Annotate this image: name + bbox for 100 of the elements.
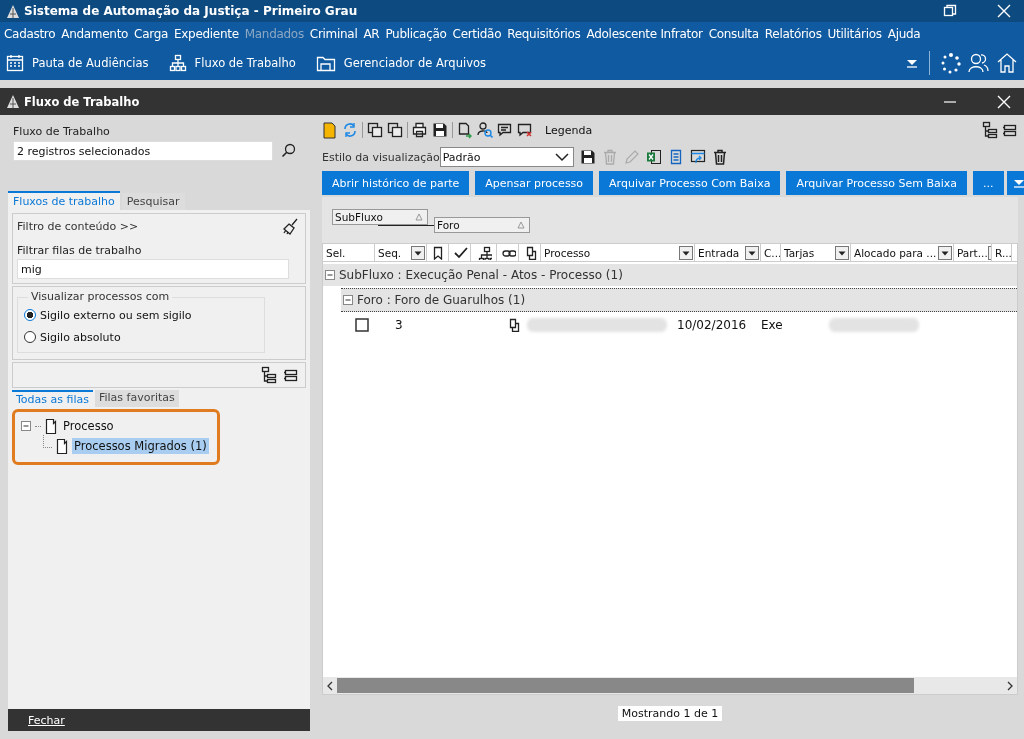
horizontal-scrollbar[interactable]: [323, 677, 1017, 694]
list-view-icon[interactable]: [1002, 122, 1018, 138]
filter-toggle[interactable]: Filtro de conteúdo >>: [17, 219, 139, 233]
tree-item[interactable]: Processos Migrados (1): [72, 438, 209, 454]
column-header[interactable]: Sel.: [323, 244, 375, 261]
tab[interactable]: Fluxos de trabalho: [8, 191, 120, 210]
spinner-icon[interactable]: [940, 52, 962, 74]
column-header[interactable]: Part...: [954, 244, 992, 261]
tab[interactable]: Pesquisar: [121, 193, 185, 210]
caret-down-icon: [1012, 177, 1024, 189]
comment-delete-icon[interactable]: [517, 121, 533, 139]
collapse-icon[interactable]: [325, 270, 335, 280]
document-icon: [56, 437, 68, 455]
folder-icon[interactable]: [322, 121, 338, 139]
search-icon[interactable]: [281, 143, 297, 159]
action-button[interactable]: Arquivar Processo Com Baixa: [599, 171, 781, 195]
window-check-icon[interactable]: [367, 121, 383, 139]
more-button[interactable]: [1006, 171, 1024, 195]
field-label: Estilo da visualização: [322, 150, 440, 164]
column-header[interactable]: Alocado para ...: [851, 244, 954, 261]
action-button[interactable]: Abrir histórico de parte: [322, 171, 470, 195]
toolbar-button[interactable]: Fluxo de Trabalho: [194, 56, 296, 70]
menu-item[interactable]: Criminal: [309, 27, 358, 41]
hierarchy-icon: [477, 245, 492, 260]
close-button[interactable]: Fechar: [8, 709, 310, 731]
column-header[interactable]: Entrada: [695, 244, 761, 261]
save-icon[interactable]: [579, 148, 596, 166]
close-icon[interactable]: [996, 3, 1012, 19]
excel-icon[interactable]: [645, 148, 662, 166]
list-view-icon[interactable]: [283, 367, 299, 383]
column-header[interactable]: C...: [761, 244, 781, 261]
radio-button[interactable]: [24, 309, 36, 321]
menu-item[interactable]: Carga: [134, 27, 169, 41]
printer-icon[interactable]: [412, 121, 428, 139]
menu-item[interactable]: Ajuda: [887, 27, 921, 41]
tab[interactable]: Filas favoritas: [94, 390, 179, 407]
menu-item[interactable]: Relatórios: [764, 27, 822, 41]
collapse-icon[interactable]: [343, 295, 353, 305]
export-icon[interactable]: [689, 148, 706, 166]
refresh-icon[interactable]: [342, 121, 358, 139]
broom-icon[interactable]: [283, 217, 299, 235]
logo-icon: [6, 3, 20, 19]
window-title: Sistema de Automação da Justiça - Primeiro Grau: [24, 4, 358, 18]
workflow-field[interactable]: 2 registros selecionados: [13, 141, 273, 161]
tree-view-icon[interactable]: [982, 121, 998, 139]
column-header[interactable]: R...: [992, 244, 1012, 261]
column-header[interactable]: Seq.: [375, 244, 427, 261]
menu-item[interactable]: Adolescente Infrator: [586, 27, 703, 41]
table-cell: 3: [395, 318, 403, 332]
hierarchy-icon: [168, 54, 187, 72]
users-icon[interactable]: [968, 52, 990, 74]
menu-item[interactable]: Cadastro: [4, 27, 56, 41]
home-icon[interactable]: [996, 52, 1018, 74]
radio-button[interactable]: [24, 331, 36, 343]
legend-button[interactable]: Legenda: [545, 123, 593, 137]
save-icon[interactable]: [432, 121, 448, 139]
chevron-right-icon: [1007, 680, 1013, 691]
chevron-down-icon: [554, 152, 569, 162]
radio-label: Sigilo externo ou sem sigilo: [40, 308, 192, 322]
table-cell: Exe: [761, 318, 783, 332]
action-button[interactable]: Apensar processo: [475, 171, 594, 195]
group-chip[interactable]: SubFluxo: [332, 209, 428, 225]
checkbox[interactable]: [355, 318, 369, 332]
tree-view-icon[interactable]: [261, 366, 277, 384]
trash-icon[interactable]: [711, 148, 728, 166]
menu-item[interactable]: Requisitórios: [507, 27, 581, 41]
menu-item[interactable]: Publicação: [385, 27, 447, 41]
table-cell: 10/02/2016: [677, 318, 747, 332]
document-export-icon[interactable]: [457, 121, 473, 139]
menu-item[interactable]: Expediente: [174, 27, 239, 41]
menu-item[interactable]: Consulta: [708, 27, 759, 41]
copy-icon: [507, 318, 521, 332]
action-button[interactable]: ...: [973, 171, 1004, 195]
column-header[interactable]: Processo: [541, 244, 695, 261]
field-label: Filtrar filas de trabalho: [17, 244, 143, 257]
group-label: Visualizar processos com: [28, 290, 173, 303]
sort-icon: [415, 213, 423, 221]
menu-item[interactable]: Certidão: [452, 27, 502, 41]
menu-item[interactable]: Utilitários: [827, 27, 882, 41]
comment-icon[interactable]: [497, 121, 513, 139]
action-button[interactable]: Arquivar Processo Sem Baixa: [786, 171, 968, 195]
column-header[interactable]: Tarjas: [781, 244, 851, 261]
filter-field[interactable]: mig: [17, 259, 289, 279]
group-label: Foro : Foro de Guarulhos (1): [357, 293, 526, 307]
toolbar-button[interactable]: Pauta de Audiências: [32, 56, 149, 70]
radio-label: Sigilo absoluto: [40, 330, 121, 344]
close-icon[interactable]: [996, 93, 1012, 110]
collapse-icon[interactable]: [21, 421, 31, 431]
windows-icon[interactable]: [387, 121, 403, 139]
view-style-dropdown[interactable]: Padrão: [439, 147, 574, 167]
folder-icon: [315, 54, 336, 72]
group-chip[interactable]: Foro: [434, 217, 530, 233]
menu-item[interactable]: Andamento: [61, 27, 129, 41]
check-icon: [453, 245, 468, 260]
menu-item[interactable]: AR: [363, 27, 380, 41]
group-label: SubFluxo : Execução Penal - Atos - Processo (1): [339, 268, 623, 282]
tree-item[interactable]: Processo: [61, 418, 116, 434]
toolbar-button[interactable]: Gerenciador de Arquivos: [343, 56, 486, 70]
restore-icon[interactable]: [942, 3, 958, 19]
person-search-icon[interactable]: [477, 121, 493, 139]
